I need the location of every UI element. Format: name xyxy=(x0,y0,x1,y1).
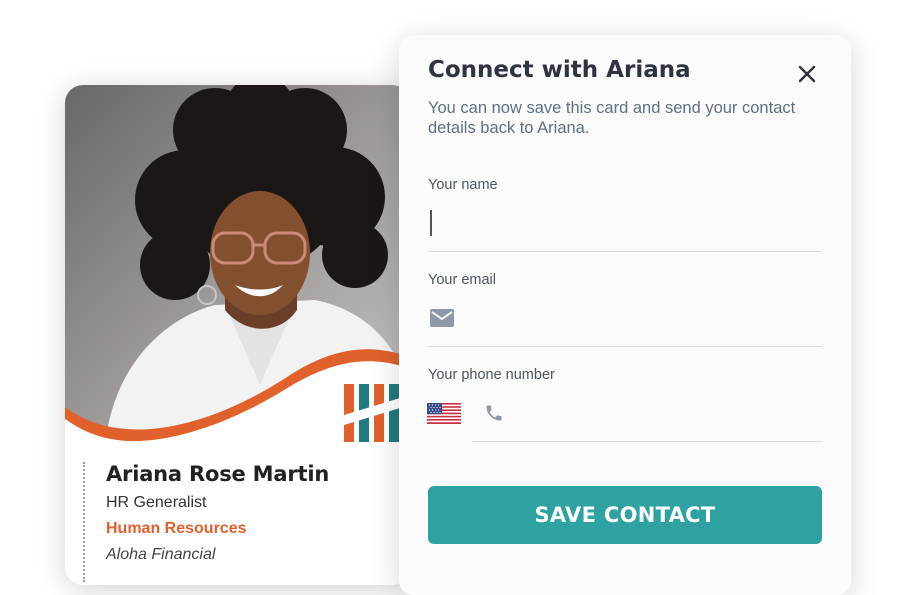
profile-photo xyxy=(65,85,410,442)
phone-underline xyxy=(472,441,822,442)
card-name: Ariana Rose Martin xyxy=(106,462,330,486)
card-info: Ariana Rose Martin HR Generalist Human R… xyxy=(83,462,329,582)
phone-icon xyxy=(486,405,502,421)
modal-title: Connect with Ariana xyxy=(428,57,691,83)
name-underline xyxy=(428,251,822,252)
name-label: Your name xyxy=(428,177,498,193)
modal-subtitle: You can now save this card and send your… xyxy=(428,99,796,137)
card-job-title: HR Generalist xyxy=(106,494,207,511)
connect-modal: Connect with Ariana You can now save thi… xyxy=(399,35,851,595)
email-underline xyxy=(428,346,822,347)
card-company: Aloha Financial xyxy=(106,546,216,563)
envelope-icon xyxy=(430,309,454,327)
save-contact-button[interactable]: SAVE CONTACT xyxy=(428,486,822,544)
us-flag-icon[interactable] xyxy=(427,403,461,424)
name-input[interactable] xyxy=(435,209,819,239)
phone-input[interactable] xyxy=(517,401,821,431)
text-caret xyxy=(430,210,432,236)
phone-label: Your phone number xyxy=(428,367,555,383)
close-icon[interactable] xyxy=(796,63,818,85)
email-input[interactable] xyxy=(467,305,821,335)
card-department: Human Resources xyxy=(106,520,247,537)
business-card: Ariana Rose Martin HR Generalist Human R… xyxy=(65,85,410,585)
email-label: Your email xyxy=(428,272,496,288)
